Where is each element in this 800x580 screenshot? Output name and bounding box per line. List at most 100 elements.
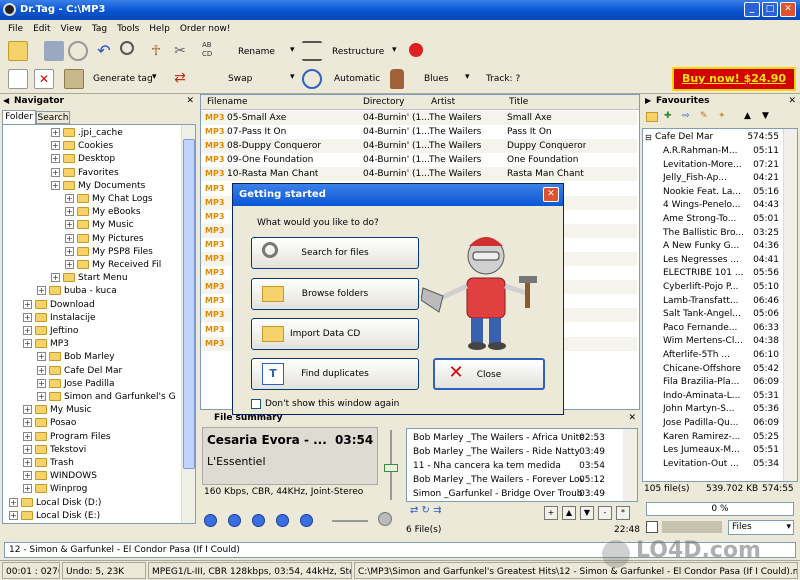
favourites-close-icon[interactable]: ✕ xyxy=(788,94,796,108)
tree-item[interactable]: + Winprog xyxy=(23,483,87,496)
expand-icon[interactable]: + xyxy=(9,510,18,520)
fav-item[interactable]: Paco Fernande... 06:33 xyxy=(643,322,783,336)
tree-item[interactable]: + Posao xyxy=(23,417,76,430)
expand-icon[interactable]: + xyxy=(23,339,32,349)
find-duplicates-button[interactable]: T Find duplicates xyxy=(251,358,419,390)
walk-icon[interactable]: ☥ xyxy=(146,41,166,61)
tree-item[interactable]: + Desktop xyxy=(51,153,115,166)
buy-now-button[interactable]: Buy now! $24.90 xyxy=(672,67,796,91)
delete-icon[interactable]: ✕ xyxy=(34,69,54,89)
expand-icon[interactable]: + xyxy=(23,444,32,454)
expand-icon[interactable]: + xyxy=(65,260,74,269)
tree-item[interactable]: + MP3 xyxy=(23,338,69,351)
next-icon[interactable] xyxy=(300,514,313,527)
up-icon[interactable]: ▲ xyxy=(562,506,576,520)
tree-item[interactable]: + Local Disk (E:) xyxy=(9,510,100,523)
expand-icon[interactable]: + xyxy=(51,273,60,283)
stop-icon[interactable] xyxy=(68,41,88,61)
expand-icon[interactable]: + xyxy=(51,154,60,164)
expand-icon[interactable]: + xyxy=(65,220,74,230)
tree-item[interactable]: + Jeftino xyxy=(23,325,78,338)
tree-item[interactable]: + .jpi_cache xyxy=(51,127,123,140)
tools-icon[interactable]: ✂ xyxy=(170,41,190,61)
expand-icon[interactable]: + xyxy=(65,194,74,203)
undo-icon[interactable]: ↶ xyxy=(94,41,114,61)
generate-dropdown-icon[interactable]: ▾ xyxy=(152,72,157,82)
col-filename[interactable]: Filename xyxy=(207,95,248,110)
expand-icon[interactable]: + xyxy=(65,233,74,243)
fav-edit-icon[interactable]: ✎ xyxy=(700,111,708,121)
fav-filter-select[interactable]: Files ▾ xyxy=(728,520,794,535)
col-directory[interactable]: Directory xyxy=(363,95,404,110)
playlist-scrollbar[interactable] xyxy=(623,429,637,501)
tree-item[interactable]: + Simon and Garfunkel's G xyxy=(37,391,176,404)
fav-item[interactable]: Wim Mertens-Cl... 04:38 xyxy=(643,335,783,349)
restructure-button[interactable]: Restructure xyxy=(332,47,384,57)
fav-item[interactable]: Jelly_Fish-Ap... 04:21 xyxy=(643,172,783,186)
fav-filter-dropdown-icon[interactable]: ▾ xyxy=(786,521,791,534)
fav-item[interactable]: John Martyn-S... 05:36 xyxy=(643,403,783,417)
dialog-close-button[interactable]: ✕ Close xyxy=(433,358,545,390)
save-icon[interactable] xyxy=(44,41,64,61)
fav-item[interactable]: Indo-Aminata-L... 05:31 xyxy=(643,390,783,404)
fav-item[interactable]: Jose Padilla-Qu... 06:09 xyxy=(643,417,783,431)
prev-icon[interactable] xyxy=(204,514,217,527)
summary-close-icon[interactable]: ✕ xyxy=(628,411,636,425)
tree-item[interactable]: + Cafe Del Mar xyxy=(37,365,122,378)
fav-scrollbar[interactable] xyxy=(783,129,797,481)
swap-button[interactable]: Swap xyxy=(228,74,252,84)
tree-item[interactable]: + My Music xyxy=(23,404,92,417)
file-row[interactable]: MP3 09-One Foundation 04-Burnin' (1... The … xyxy=(201,153,637,168)
automatic-button[interactable]: Automatic xyxy=(334,74,380,84)
maximize-button[interactable]: □ xyxy=(762,2,778,17)
menu-file[interactable]: File xyxy=(0,20,28,38)
expand-icon[interactable]: + xyxy=(51,128,60,137)
search-icon[interactable] xyxy=(120,41,134,55)
fav-item[interactable]: Cyberlift-Pojo P... 05:10 xyxy=(643,281,783,295)
fav-item[interactable]: Levitation-Out ... 05:34 xyxy=(643,458,783,472)
new-file-icon[interactable] xyxy=(8,69,28,89)
minimize-button[interactable]: _ xyxy=(744,2,760,17)
expand-icon[interactable]: + xyxy=(37,352,46,362)
fav-item[interactable]: A New Funky G... 04:36 xyxy=(643,240,783,254)
tree-item[interactable]: + Download xyxy=(23,299,95,312)
tree-scrollbar[interactable] xyxy=(181,125,195,523)
menu-tag[interactable]: Tag xyxy=(87,20,112,38)
tree-item[interactable]: + Jose Padilla xyxy=(37,378,115,391)
expand-icon[interactable]: + xyxy=(51,167,60,177)
stop-play-icon[interactable] xyxy=(276,514,289,527)
fav-star-icon[interactable]: ✦ xyxy=(718,111,726,121)
tree-item[interactable]: + My Chat Logs xyxy=(65,193,153,206)
tree-item[interactable]: + Trash xyxy=(23,457,74,470)
fav-move-icon[interactable]: ⇨ xyxy=(682,111,690,121)
shuffle-icon[interactable]: ⇄ ↻ ⇉ xyxy=(410,505,442,516)
fav-item[interactable]: A.R.Rahman-M... 05:11 xyxy=(643,145,783,159)
expand-icon[interactable]: + xyxy=(37,365,46,375)
rename-dropdown-icon[interactable]: ▾ xyxy=(290,45,295,55)
restructure-dropdown-icon[interactable]: ▾ xyxy=(392,45,397,55)
pause-icon[interactable] xyxy=(252,514,265,527)
playlist-item[interactable]: Simon _Garfunkel - Bridge Over Troubled.… xyxy=(407,488,637,501)
col-title[interactable]: Title xyxy=(509,95,528,110)
fav-item[interactable]: Karen Ramirez-... 05:25 xyxy=(643,431,783,445)
fav-up-icon[interactable]: ▲ xyxy=(744,111,751,121)
fav-item[interactable]: Levitation-More... 07:21 xyxy=(643,159,783,173)
tree-item[interactable]: + My PSP8 Files xyxy=(65,246,153,259)
expand-icon[interactable]: + xyxy=(37,286,46,296)
playlist-item[interactable]: Bob Marley _The Wailers - Ride Natty Rid… xyxy=(407,446,637,460)
tree-item[interactable]: + Start Menu xyxy=(51,272,128,285)
expand-icon[interactable]: + xyxy=(23,471,32,481)
expand-icon[interactable]: + xyxy=(37,392,46,401)
remove-icon[interactable]: - xyxy=(598,506,612,520)
menu-help[interactable]: Help xyxy=(144,20,175,38)
swap-dropdown-icon[interactable]: ▾ xyxy=(290,72,295,82)
fav-item[interactable]: Lamb-Transfatt... 06:46 xyxy=(643,295,783,309)
expand-icon[interactable]: + xyxy=(37,378,46,388)
menu-order-now[interactable]: Order now! xyxy=(175,20,236,38)
expand-icon[interactable]: + xyxy=(23,326,32,335)
expand-icon[interactable]: + xyxy=(65,207,74,217)
fav-item[interactable]: 4 Wings-Penelo... 04:43 xyxy=(643,199,783,213)
genre-select[interactable]: Blues xyxy=(424,74,449,84)
expand-icon[interactable]: + xyxy=(51,180,60,190)
expand-icon[interactable]: + xyxy=(51,141,60,151)
